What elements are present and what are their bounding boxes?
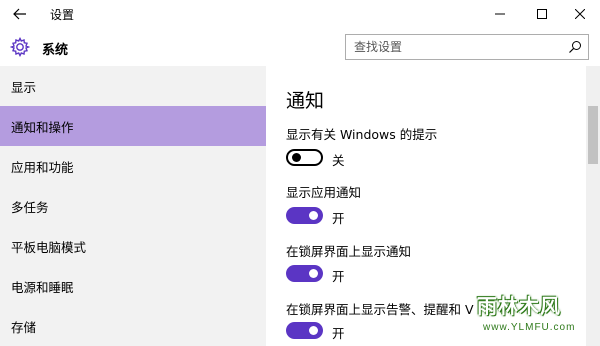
- sidebar-item-label: 应用和功能: [11, 159, 74, 175]
- toggle-knob: [309, 326, 318, 335]
- sidebar-item-label: 平板电脑模式: [11, 239, 87, 255]
- sidebar-item-apps[interactable]: 应用和功能: [0, 146, 266, 186]
- page-title: 系统: [42, 43, 69, 58]
- search-box[interactable]: [345, 34, 589, 60]
- sidebar-item-label: 电源和睡眠: [11, 279, 74, 295]
- setting-label-windows-tips: 显示有关 Windows 的提示: [286, 127, 438, 142]
- sidebar-item-power-sleep[interactable]: 电源和睡眠: [0, 266, 266, 306]
- toggle-lockscreen-notifications[interactable]: [286, 265, 323, 282]
- sidebar-item-multitasking[interactable]: 多任务: [0, 186, 266, 226]
- app-header: 系统: [0, 28, 600, 66]
- title-bar: 设置: [0, 0, 600, 28]
- sidebar-item-display[interactable]: 显示: [0, 66, 266, 106]
- toggle-knob: [309, 211, 318, 220]
- sidebar-item-label: 存储: [11, 319, 37, 335]
- sidebar-item-label: 通知和操作: [11, 119, 74, 135]
- minimize-button[interactable]: [480, 0, 520, 28]
- arrow-left-icon: [13, 8, 26, 20]
- sidebar-item-tablet-mode[interactable]: 平板电脑模式: [0, 226, 266, 266]
- toggle-state-label: 关: [332, 153, 345, 168]
- sidebar-item-label: 显示: [11, 79, 37, 95]
- watermark-url: www.YLMFU.com: [481, 322, 578, 333]
- watermark-logo: 雨林木风 www.YLMFU.com: [475, 290, 595, 342]
- toggle-knob: [309, 269, 318, 278]
- search-icon[interactable]: [568, 40, 582, 54]
- watermark-text: 雨林木风: [477, 294, 561, 318]
- toggle-app-notifications[interactable]: [286, 207, 323, 224]
- sidebar: 显示 通知和操作 应用和功能 多任务 平板电脑模式 电源和睡眠 存储: [0, 66, 266, 346]
- maximize-button[interactable]: [522, 0, 562, 28]
- maximize-icon: [537, 9, 547, 19]
- toggle-lockscreen-alarms[interactable]: [286, 322, 323, 339]
- close-icon: [575, 9, 585, 19]
- sidebar-item-notifications[interactable]: 通知和操作: [0, 106, 266, 146]
- toggle-state-label: 开: [332, 326, 345, 341]
- sidebar-item-storage[interactable]: 存储: [0, 306, 266, 346]
- toggle-state-label: 开: [332, 211, 345, 226]
- close-button[interactable]: [560, 0, 600, 28]
- minimize-icon: [495, 13, 505, 15]
- sidebar-item-label: 多任务: [11, 199, 49, 215]
- setting-label-lockscreen-alarms: 在锁屏界面上显示告警、提醒和 V: [286, 302, 474, 317]
- back-button[interactable]: [8, 3, 32, 25]
- toggle-knob: [292, 153, 301, 162]
- toggle-windows-tips[interactable]: [286, 149, 323, 166]
- search-input[interactable]: [346, 35, 562, 59]
- gear-icon: [10, 37, 30, 57]
- setting-label-app-notifications: 显示应用通知: [286, 185, 362, 200]
- section-heading: 通知: [286, 90, 325, 112]
- toggle-state-label: 开: [332, 269, 345, 284]
- scrollbar-thumb[interactable]: [588, 106, 598, 164]
- setting-label-lockscreen-notifications: 在锁屏界面上显示通知: [286, 244, 412, 259]
- window-title: 设置: [50, 8, 75, 22]
